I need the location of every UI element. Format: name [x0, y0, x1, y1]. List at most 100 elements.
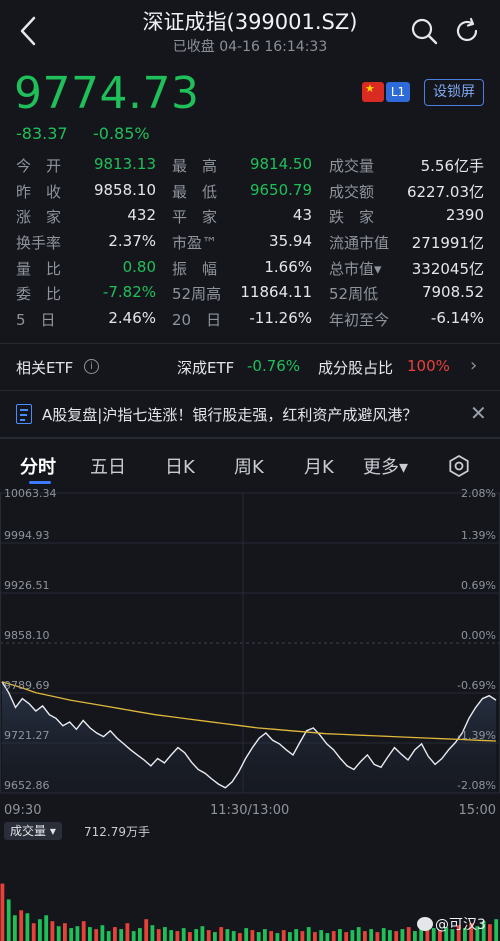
- volume-bar: [256, 932, 261, 941]
- stat-label: 昨 收: [16, 182, 62, 201]
- y-tick-label: 9994.93: [4, 529, 50, 542]
- volume-bar: [75, 926, 80, 941]
- volume-bar: [206, 930, 211, 941]
- pct-tick-label: -2.08%: [457, 779, 496, 792]
- settings-icon[interactable]: [448, 455, 470, 477]
- stat-value: 9813.13: [93, 155, 156, 173]
- volume-bar: [225, 929, 230, 941]
- stat-value: 11864.11: [240, 283, 312, 302]
- stat-label: 成交额: [329, 182, 375, 201]
- news-icon: [16, 404, 32, 424]
- volume-bar: [194, 929, 199, 941]
- chevron-right-icon[interactable]: ›: [470, 355, 477, 376]
- volume-bar: [131, 931, 136, 941]
- volume-bar: [100, 925, 105, 941]
- china-flag-icon: ★: [362, 82, 384, 102]
- volume-bar: [94, 929, 99, 941]
- stat-row: 今 开 9813.13 最 高 9814.50 成交量 5.56亿手: [0, 155, 500, 181]
- stat-value: 5.56亿手: [420, 157, 484, 175]
- news-headline[interactable]: A股复盘|沪指七连涨！银行股走强，红利资产成避风港？: [42, 404, 417, 425]
- component-label: 成分股占比: [318, 359, 394, 377]
- volume-bar: [63, 923, 67, 941]
- volume-bar: [338, 929, 342, 941]
- volume-bar: [219, 927, 224, 941]
- stat-row: 5 日 2.46% 20 日 -11.26% 年初至今 -6.14%: [0, 309, 500, 335]
- volume-bar: [375, 932, 380, 941]
- volume-bar: [269, 931, 274, 941]
- stat-label: 52周高: [172, 285, 222, 304]
- tab-weekly-k[interactable]: 周K: [234, 453, 264, 479]
- stat-value: 2.46%: [108, 309, 156, 328]
- tab-intraday[interactable]: 分时: [20, 453, 56, 479]
- volume-bar: [144, 919, 149, 941]
- stat-value: 7908.52: [421, 283, 484, 302]
- etf-name: 深成ETF: [177, 359, 235, 377]
- volume-bar: [494, 919, 499, 941]
- info-icon[interactable]: i: [84, 359, 99, 374]
- volume-bar: [244, 928, 249, 941]
- stat-value: 9814.50: [249, 155, 312, 173]
- volume-bar: [213, 932, 217, 941]
- tab-more[interactable]: 更多▾: [363, 453, 408, 479]
- lock-screen-button[interactable]: 设锁屏: [424, 79, 484, 106]
- stat-label: 涨 家: [16, 208, 62, 227]
- volume-bar: [319, 930, 324, 941]
- volume-bar: [106, 931, 111, 941]
- current-price: 9774.73: [14, 68, 200, 119]
- y-tick-label: 9721.27: [4, 729, 50, 742]
- stat-label: 振 幅: [172, 259, 218, 278]
- volume-bar: [406, 927, 411, 941]
- stat-value: 43: [292, 206, 312, 225]
- stat-value: -7.82%: [102, 283, 156, 302]
- volume-bar: [69, 928, 74, 941]
- pct-tick-label: 1.39%: [461, 529, 496, 542]
- volume-bar: [88, 927, 92, 941]
- volume-bar: [138, 928, 142, 941]
- intraday-chart[interactable]: 10063.34 2.08% 9994.93 1.39% 9926.51 0.69% 985…: [0, 485, 500, 820]
- volume-bar: [13, 915, 17, 941]
- stat-value: -6.14%: [430, 309, 484, 328]
- divider: [0, 343, 500, 344]
- stat-row: 涨 家 432 平 家 43 跌 家 2390: [0, 206, 500, 232]
- stat-value: 0.80: [122, 257, 156, 276]
- volume-bar: [344, 932, 349, 941]
- stat-value: 9858.10: [93, 180, 156, 199]
- divider: [0, 390, 500, 391]
- stat-value: 2390: [445, 206, 484, 225]
- volume-bar: [350, 930, 355, 941]
- volume-indicator-button[interactable]: 成交量 ▾: [4, 822, 62, 840]
- pct-tick-label: 2.08%: [461, 487, 496, 500]
- y-tick-label: 9652.86: [4, 779, 50, 792]
- y-tick-label: 9926.51: [4, 579, 50, 592]
- volume-bar: [288, 932, 292, 941]
- x-tick-label: 11:30/13:00: [210, 803, 290, 818]
- related-etf-row[interactable]: 相关ETF i 深成ETF -0.76% 成分股占比 100% ›: [0, 347, 500, 387]
- pct-tick-label: -1.39%: [457, 729, 496, 742]
- stat-label: 52周低: [329, 285, 379, 304]
- stat-value: 332045亿: [411, 259, 484, 278]
- close-icon[interactable]: ✕: [470, 401, 487, 425]
- level-badge[interactable]: L1: [386, 82, 410, 102]
- volume-bar: [325, 933, 330, 941]
- volume-bar: [6, 899, 11, 941]
- pct-tick-label: 0.69%: [461, 579, 496, 592]
- volume-bar: [400, 929, 405, 941]
- etf-label: 相关ETF: [16, 359, 74, 377]
- search-icon[interactable]: [409, 16, 439, 46]
- stat-label: 流通市值: [329, 234, 390, 253]
- header-bar: 深证成指(399001.SZ) 已收盘 04-16 16:14:33: [0, 0, 500, 66]
- stat-label[interactable]: 总市值▾: [329, 258, 382, 279]
- volume-bar: [231, 931, 236, 941]
- etf-change: -0.76%: [247, 357, 301, 375]
- volume-bar: [306, 927, 311, 941]
- tab-five-day[interactable]: 五日: [90, 453, 126, 479]
- refresh-icon[interactable]: [452, 16, 482, 46]
- stat-label: 市盈™: [172, 234, 218, 253]
- news-banner[interactable]: A股复盘|沪指七连涨！银行股走强，红利资产成避风港？ ✕: [0, 397, 500, 433]
- tab-daily-k[interactable]: 日K: [165, 453, 195, 479]
- volume-bar: [488, 924, 492, 941]
- x-tick-label: 09:30: [4, 803, 42, 818]
- volume-bar: [50, 921, 55, 941]
- tab-monthly-k[interactable]: 月K: [304, 453, 334, 479]
- volume-bar: [363, 931, 367, 941]
